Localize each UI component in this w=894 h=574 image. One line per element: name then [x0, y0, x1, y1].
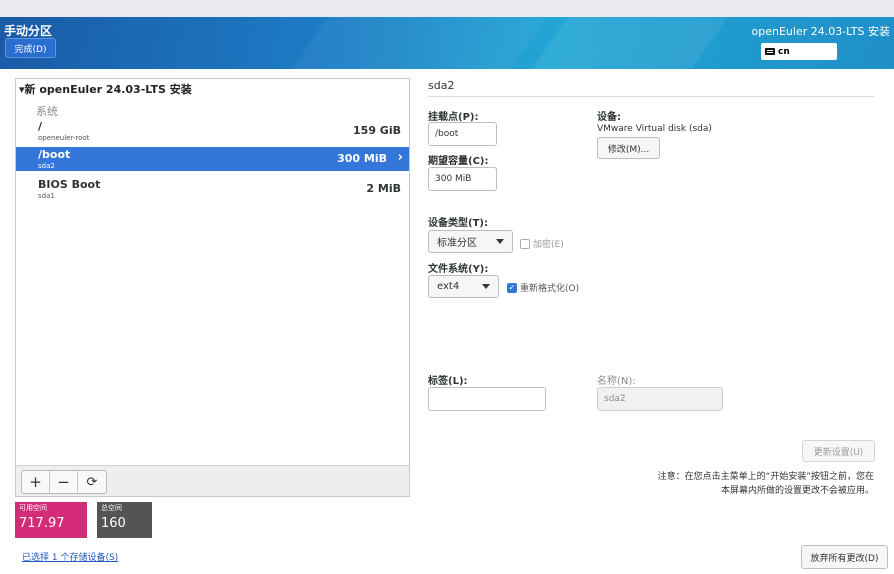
partition-device: sda2: [38, 162, 55, 170]
dropdown-arrow-icon: [496, 239, 504, 244]
page-title: 手动分区: [4, 24, 53, 38]
partition-size: 300 MiB: [337, 152, 387, 165]
partition-detail-title: sda2: [428, 79, 455, 92]
device-label: 设备:: [597, 112, 621, 123]
partition-mount: /: [38, 120, 43, 133]
header-bar: 手动分区 完成(D) openEuler 24.03-LTS 安装 cn: [0, 17, 894, 69]
mount-point-input[interactable]: /boot: [428, 122, 497, 146]
device-type-select[interactable]: 标准分区: [428, 230, 513, 253]
add-partition-button[interactable]: +: [22, 471, 50, 493]
reformat-checkbox[interactable]: ✓ 重新格式化(O): [507, 281, 579, 294]
discard-changes-button[interactable]: 放弃所有更改(D): [801, 545, 888, 569]
settings-note: 注意：在您点击主菜单上的“开始安装”按钮之前，您在 本屏幕内所做的设置更改不会被…: [614, 470, 874, 498]
partition-device: openeuler-root: [38, 134, 90, 142]
installation-title: 新 openEuler 24.03-LTS 安装: [24, 83, 192, 96]
keyboard-layout-indicator[interactable]: cn: [761, 43, 837, 60]
total-space-label: 总空间: [101, 504, 122, 512]
encrypt-label: 加密(E): [533, 240, 564, 250]
dropdown-arrow-icon: [482, 284, 490, 289]
note-line-1: 注意：在您点击主菜单上的“开始安装”按钮之前，您在: [657, 472, 874, 482]
partition-mount: /boot: [38, 148, 71, 161]
keyboard-layout-label: cn: [778, 46, 790, 57]
chevron-right-icon: ›: [397, 150, 403, 165]
partition-row-boot[interactable]: /boot sda2 300 MiB ›: [16, 147, 409, 171]
filesystem-label: 文件系统(Y):: [428, 264, 489, 275]
section-label-system: 系统: [36, 105, 58, 118]
capacity-label: 期望容量(C):: [428, 156, 489, 167]
checkbox-icon: [520, 238, 530, 249]
installation-tree-header[interactable]: ▾新 openEuler 24.03-LTS 安装: [19, 81, 192, 97]
partition-tree-panel: ▾新 openEuler 24.03-LTS 安装 系统 / openeuler…: [15, 78, 410, 497]
device-type-label: 设备类型(T):: [428, 218, 488, 229]
minus-icon: −: [57, 473, 70, 491]
encrypt-checkbox[interactable]: 加密(E): [520, 237, 564, 250]
partition-size: 159 GiB: [353, 124, 401, 137]
mount-point-label: 挂载点(P):: [428, 112, 479, 123]
partition-row-root[interactable]: / openeuler-root 159 GiB: [16, 119, 409, 143]
tag-label: 标签(L):: [428, 376, 468, 387]
toolbar-button-group: + − ⟳: [21, 470, 107, 494]
partition-size: 2 MiB: [366, 182, 401, 195]
partition-mount: BIOS Boot: [38, 178, 101, 191]
modify-button[interactable]: 修改(M)...: [597, 137, 660, 159]
available-space-label: 可用空间: [19, 504, 47, 512]
partition-row-bios-boot[interactable]: BIOS Boot sda1 2 MiB: [16, 177, 409, 201]
top-strip: [0, 0, 894, 17]
selected-storage-link[interactable]: 已选择 1 个存储设备(S): [22, 550, 118, 563]
partition-device: sda1: [38, 192, 55, 200]
name-input[interactable]: sda2: [597, 387, 723, 411]
partition-toolbar: + − ⟳: [16, 465, 409, 496]
note-line-2: 本屏幕内所做的设置更改不会被应用。: [720, 486, 874, 496]
remove-partition-button[interactable]: −: [50, 471, 78, 493]
plus-icon: +: [29, 473, 42, 491]
available-space-box: 可用空间 717.97 MiB: [15, 502, 87, 553]
checkmark-icon: ✓: [507, 282, 517, 293]
name-label: 名称(N):: [597, 376, 636, 387]
total-space-box: 总空间 160 GiB: [97, 502, 152, 553]
capacity-input[interactable]: 300 MiB: [428, 167, 497, 191]
header-decoration: [257, 17, 563, 69]
reformat-label: 重新格式化(O): [520, 284, 580, 294]
device-type-value: 标准分区: [437, 238, 477, 249]
filesystem-select[interactable]: ext4: [428, 275, 499, 298]
refresh-icon: ⟳: [86, 474, 98, 490]
done-button[interactable]: 完成(D): [5, 38, 56, 58]
tag-input[interactable]: [428, 387, 546, 411]
update-settings-button[interactable]: 更新设置(U): [802, 440, 875, 462]
keyboard-icon: [765, 48, 775, 55]
refresh-button[interactable]: ⟳: [78, 471, 106, 493]
product-title: openEuler 24.03-LTS 安装: [751, 25, 891, 38]
filesystem-value: ext4: [437, 281, 460, 292]
device-value: VMware Virtual disk (sda): [597, 124, 712, 134]
separator: [428, 96, 874, 97]
